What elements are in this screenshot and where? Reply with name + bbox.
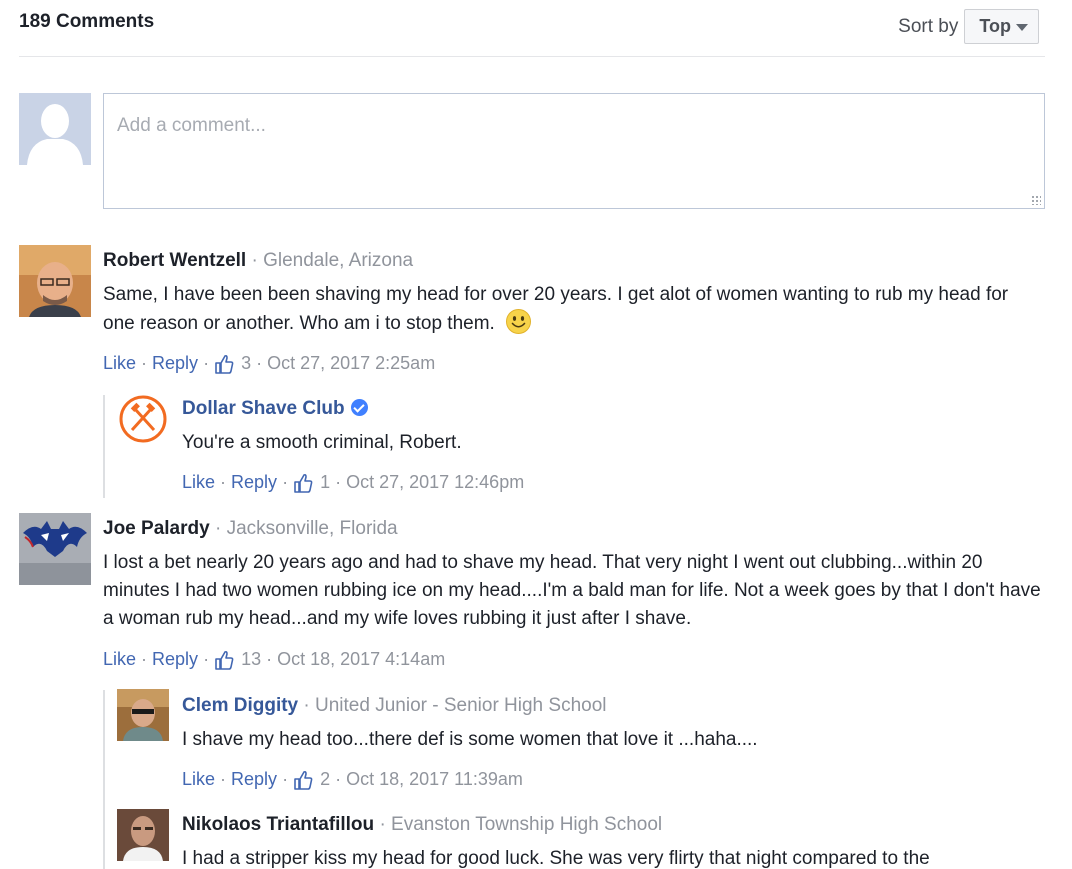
comment-text: I lost a bet nearly 20 years ago and had… bbox=[103, 549, 1048, 633]
caret-down-icon bbox=[1016, 24, 1028, 31]
resize-grip-icon[interactable] bbox=[1031, 195, 1041, 205]
thumbs-up-icon bbox=[294, 770, 313, 790]
current-user-avatar bbox=[19, 93, 91, 165]
comment-body: I lost a bet nearly 20 years ago and had… bbox=[103, 552, 1041, 629]
sort-dropdown-button[interactable]: Top bbox=[964, 9, 1039, 44]
comment-textarea[interactable]: Add a comment... bbox=[103, 93, 1045, 209]
comment-time[interactable]: Oct 27, 2017 2:25am bbox=[267, 353, 435, 374]
sort-control: Sort by Top bbox=[898, 9, 1039, 44]
comment-text: I had a stripper kiss my head for good l… bbox=[182, 845, 1052, 869]
avatar[interactable] bbox=[117, 393, 169, 445]
user-photo bbox=[19, 513, 91, 585]
avatar[interactable] bbox=[19, 245, 91, 317]
reply-thread-line bbox=[103, 395, 105, 498]
comment-time[interactable]: Oct 27, 2017 12:46pm bbox=[346, 472, 524, 493]
like-count: 2 bbox=[320, 769, 331, 789]
author-name[interactable]: Clem Diggity bbox=[182, 695, 298, 716]
author-name[interactable]: Nikolaos Triantafillou bbox=[182, 814, 374, 835]
comment-text: Same, I have been been shaving my head f… bbox=[103, 281, 1043, 338]
dollar-shave-club-logo bbox=[117, 393, 169, 445]
like-count: 1 bbox=[320, 472, 331, 492]
thumbs-up-icon bbox=[294, 473, 313, 493]
author-name[interactable]: Robert Wentzell bbox=[103, 250, 246, 271]
comment-body: Same, I have been been shaving my head f… bbox=[103, 284, 1009, 334]
author-location[interactable]: Jacksonville, Florida bbox=[227, 518, 398, 539]
comment-placeholder: Add a comment... bbox=[117, 115, 266, 136]
comment-text: You're a smooth criminal, Robert. bbox=[182, 429, 1042, 457]
reply-link[interactable]: Reply bbox=[231, 472, 277, 493]
comment-author: Joe Palardy · Jacksonville, Florida bbox=[103, 518, 398, 539]
avatar[interactable] bbox=[117, 809, 169, 861]
comment-author: Robert Wentzell · Glendale, Arizona bbox=[103, 250, 414, 271]
comment-body: You're a smooth criminal, Robert. bbox=[182, 432, 462, 453]
user-photo bbox=[117, 809, 169, 861]
avatar[interactable] bbox=[19, 513, 91, 585]
thumbs-up-icon bbox=[215, 354, 234, 374]
comment-author: Nikolaos Triantafillou · Evanston Townsh… bbox=[182, 814, 663, 835]
comment-body: I shave my head too...there def is some … bbox=[182, 729, 758, 750]
comment-author: Dollar Shave Club bbox=[182, 398, 368, 420]
avatar[interactable] bbox=[117, 689, 169, 741]
sort-label: Sort by bbox=[898, 15, 959, 37]
like-count: 3 bbox=[241, 353, 252, 373]
smile-emoji-icon bbox=[506, 309, 532, 334]
like-count: 13 bbox=[241, 649, 262, 669]
like-link[interactable]: Like bbox=[182, 472, 215, 493]
comments-header: 189 Comments Sort by Top bbox=[19, 0, 1045, 57]
reply-link[interactable]: Reply bbox=[152, 353, 198, 374]
like-link[interactable]: Like bbox=[182, 769, 215, 790]
comment-actions: Like · Reply · 1 · Oct 27, 2017 12:46pm bbox=[182, 472, 525, 493]
user-photo bbox=[117, 689, 169, 741]
author-location[interactable]: Glendale, Arizona bbox=[263, 250, 413, 271]
thumbs-up-icon bbox=[215, 650, 234, 670]
reply-link[interactable]: Reply bbox=[231, 769, 277, 790]
user-photo bbox=[19, 245, 91, 317]
comment-text: I shave my head too...there def is some … bbox=[182, 726, 1042, 754]
author-name[interactable]: Dollar Shave Club bbox=[182, 398, 345, 419]
comment-count: 189 Comments bbox=[19, 11, 155, 32]
comment-time[interactable]: Oct 18, 2017 11:39am bbox=[346, 769, 523, 790]
comment-author: Clem Diggity · United Junior - Senior Hi… bbox=[182, 695, 607, 716]
sort-value: Top bbox=[979, 16, 1011, 36]
comment-actions: Like · Reply · 13 · Oct 18, 2017 4:14am bbox=[103, 649, 446, 670]
author-name[interactable]: Joe Palardy bbox=[103, 518, 210, 539]
comment-body: I had a stripper kiss my head for good l… bbox=[182, 848, 930, 869]
default-avatar-icon bbox=[19, 93, 91, 165]
reply-link[interactable]: Reply bbox=[152, 649, 198, 670]
reply-thread-line bbox=[103, 690, 105, 869]
author-location[interactable]: United Junior - Senior High School bbox=[315, 695, 607, 716]
verified-badge-icon bbox=[350, 399, 368, 416]
comment-time[interactable]: Oct 18, 2017 4:14am bbox=[277, 649, 445, 670]
author-location[interactable]: Evanston Township High School bbox=[391, 814, 662, 835]
comment-actions: Like · Reply · 3 · Oct 27, 2017 2:25am bbox=[103, 353, 436, 374]
comment-actions: Like · Reply · 2 · Oct 18, 2017 11:39am bbox=[182, 769, 523, 790]
like-link[interactable]: Like bbox=[103, 353, 136, 374]
like-link[interactable]: Like bbox=[103, 649, 136, 670]
